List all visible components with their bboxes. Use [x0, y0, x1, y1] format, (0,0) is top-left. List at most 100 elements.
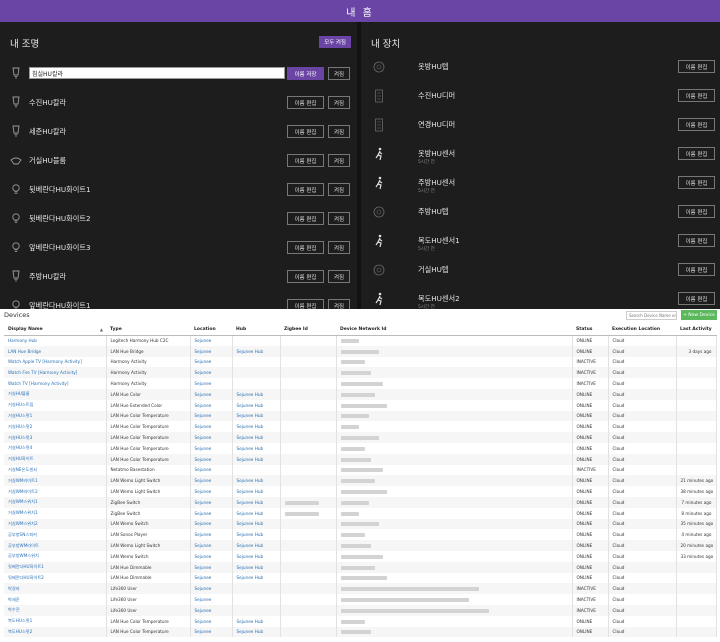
device-location-link[interactable]: Sejunee: [190, 518, 233, 530]
device-location-link[interactable]: Sejunee: [190, 421, 233, 433]
device-display-name-link[interactable]: 거실WM라이트1: [4, 475, 107, 487]
sort-arrow-icon[interactable]: ▲: [100, 327, 103, 332]
device-hub-link[interactable]: Sejunee Hub: [232, 540, 281, 551]
edit-name-button[interactable]: 이름 편집: [678, 292, 715, 305]
device-display-name-link[interactable]: 거실HU스팟2: [4, 421, 107, 433]
device-hub-link[interactable]: Sejunee Hub: [232, 561, 281, 573]
device-display-name-link[interactable]: 거실WM스위치1: [4, 507, 107, 519]
device-location-link[interactable]: Sejunee: [190, 388, 233, 400]
device-hub-link[interactable]: [232, 464, 281, 476]
column-header[interactable]: Execution Location: [608, 324, 676, 336]
device-location-link[interactable]: Sejunee: [190, 583, 233, 595]
light-on-button[interactable]: 켜짐: [328, 270, 350, 283]
device-location-link[interactable]: Sejunee: [190, 335, 233, 346]
device-location-link[interactable]: Sejunee: [190, 529, 233, 541]
edit-name-button[interactable]: 이름 편집: [287, 183, 324, 196]
device-display-name-link[interactable]: 복도HU스팟2: [4, 626, 107, 638]
edit-name-button[interactable]: 이름 편집: [678, 234, 715, 247]
device-hub-link[interactable]: Sejunee Hub: [232, 410, 281, 422]
device-hub-link[interactable]: Sejunee Hub: [232, 572, 281, 584]
device-location-link[interactable]: Sejunee: [190, 507, 233, 519]
new-device-button[interactable]: + New Device: [681, 310, 717, 320]
column-header[interactable]: Zigbee Id: [280, 324, 336, 336]
device-location-link[interactable]: Sejunee: [190, 356, 233, 368]
column-header[interactable]: Location: [190, 324, 232, 336]
edit-name-button[interactable]: 이름 편집: [287, 154, 324, 167]
light-name-input[interactable]: [29, 67, 285, 79]
device-location-link[interactable]: Sejunee: [190, 432, 233, 443]
light-on-button[interactable]: 켜짐: [328, 67, 350, 80]
device-location-link[interactable]: Sejunee: [190, 399, 233, 411]
device-location-link[interactable]: Sejunee: [190, 572, 233, 584]
device-hub-link[interactable]: Sejunee Hub: [232, 475, 281, 487]
device-location-link[interactable]: Sejunee: [190, 464, 233, 476]
device-search-input[interactable]: [626, 311, 677, 320]
device-hub-link[interactable]: [232, 335, 281, 346]
device-hub-link[interactable]: Sejunee Hub: [232, 507, 281, 519]
device-display-name-link[interactable]: 박경자: [4, 583, 107, 595]
device-display-name-link[interactable]: 거실WM라이트2: [4, 486, 107, 497]
device-hub-link[interactable]: Sejunee Hub: [232, 432, 281, 443]
device-display-name-link[interactable]: Watch Apple TV [Harmony Activity]: [4, 356, 107, 368]
device-hub-link[interactable]: [232, 594, 281, 605]
column-header[interactable]: Hub: [232, 324, 280, 336]
device-display-name-link[interactable]: 거실HU스팟3: [4, 432, 107, 443]
light-on-button[interactable]: 켜짐: [328, 299, 350, 309]
light-on-button[interactable]: 켜짐: [328, 183, 350, 196]
edit-name-button[interactable]: 이름 편집: [287, 212, 324, 225]
device-hub-link[interactable]: [232, 378, 281, 389]
light-on-button[interactable]: 켜짐: [328, 154, 350, 167]
device-location-link[interactable]: Sejunee: [190, 367, 233, 379]
device-display-name-link[interactable]: 거실HU스팟1: [4, 410, 107, 422]
device-location-link[interactable]: Sejunee: [190, 345, 233, 357]
light-on-button[interactable]: 켜짐: [328, 212, 350, 225]
device-display-name-link[interactable]: LAN Hue Bridge: [4, 345, 107, 357]
edit-name-button[interactable]: 이름 편집: [287, 299, 324, 309]
device-hub-link[interactable]: Sejunee Hub: [232, 496, 281, 508]
device-location-link[interactable]: Sejunee: [190, 540, 233, 551]
device-hub-link[interactable]: Sejunee Hub: [232, 399, 281, 411]
edit-name-button[interactable]: 이름 편집: [287, 125, 324, 138]
edit-name-button[interactable]: 이름 편집: [678, 118, 715, 131]
edit-name-button[interactable]: 이름 편집: [678, 263, 715, 276]
device-display-name-link[interactable]: 박세준: [4, 594, 107, 605]
edit-name-button[interactable]: 이름 편집: [678, 60, 715, 73]
device-hub-link[interactable]: Sejunee Hub: [232, 486, 281, 497]
device-location-link[interactable]: Sejunee: [190, 626, 233, 638]
light-on-button[interactable]: 켜짐: [328, 125, 350, 138]
edit-name-button[interactable]: 이름 편집: [678, 89, 715, 102]
device-hub-link[interactable]: Sejunee Hub: [232, 529, 281, 541]
device-hub-link[interactable]: [232, 356, 281, 368]
device-location-link[interactable]: Sejunee: [190, 378, 233, 389]
device-display-name-link[interactable]: 뒷베란다HU화이트2: [4, 572, 107, 584]
device-location-link[interactable]: Sejunee: [190, 604, 233, 616]
device-display-name-link[interactable]: Watch TV [Harmony Activity]: [4, 378, 107, 389]
device-location-link[interactable]: Sejunee: [190, 486, 233, 497]
device-display-name-link[interactable]: 거실HU블룸: [4, 388, 107, 400]
device-display-name-link[interactable]: 거실HU화이트: [4, 453, 107, 465]
device-hub-link[interactable]: Sejunee Hub: [232, 615, 281, 627]
column-header[interactable]: Status: [572, 324, 608, 336]
device-hub-link[interactable]: Sejunee Hub: [232, 453, 281, 465]
all-on-button[interactable]: 모두 켜짐: [319, 36, 351, 48]
device-location-link[interactable]: Sejunee: [190, 615, 233, 627]
device-display-name-link[interactable]: 뒷베란다HU화이트1: [4, 561, 107, 573]
device-hub-link[interactable]: Sejunee Hub: [232, 626, 281, 638]
device-location-link[interactable]: Sejunee: [190, 561, 233, 573]
device-location-link[interactable]: Sejunee: [190, 442, 233, 454]
device-location-link[interactable]: Sejunee: [190, 496, 233, 508]
column-header[interactable]: Type: [106, 324, 190, 336]
device-hub-link[interactable]: Sejunee Hub: [232, 421, 281, 433]
device-hub-link[interactable]: Sejunee Hub: [232, 442, 281, 454]
device-hub-link[interactable]: Sejunee Hub: [232, 550, 281, 562]
device-display-name-link[interactable]: 거실NE온도센서: [4, 464, 107, 476]
device-display-name-link[interactable]: Watch Fire TV [Harmony Activity]: [4, 367, 107, 379]
device-display-name-link[interactable]: 거실HU스팟4: [4, 442, 107, 454]
device-display-name-link[interactable]: 공부방WM라이트: [4, 540, 107, 551]
device-display-name-link[interactable]: 거실WM스위치2: [4, 518, 107, 530]
device-hub-link[interactable]: [232, 583, 281, 595]
device-location-link[interactable]: Sejunee: [190, 594, 233, 605]
device-hub-link[interactable]: Sejunee Hub: [232, 388, 281, 400]
edit-name-button[interactable]: 이름 편집: [287, 96, 324, 109]
device-display-name-link[interactable]: 복도HU스팟1: [4, 615, 107, 627]
